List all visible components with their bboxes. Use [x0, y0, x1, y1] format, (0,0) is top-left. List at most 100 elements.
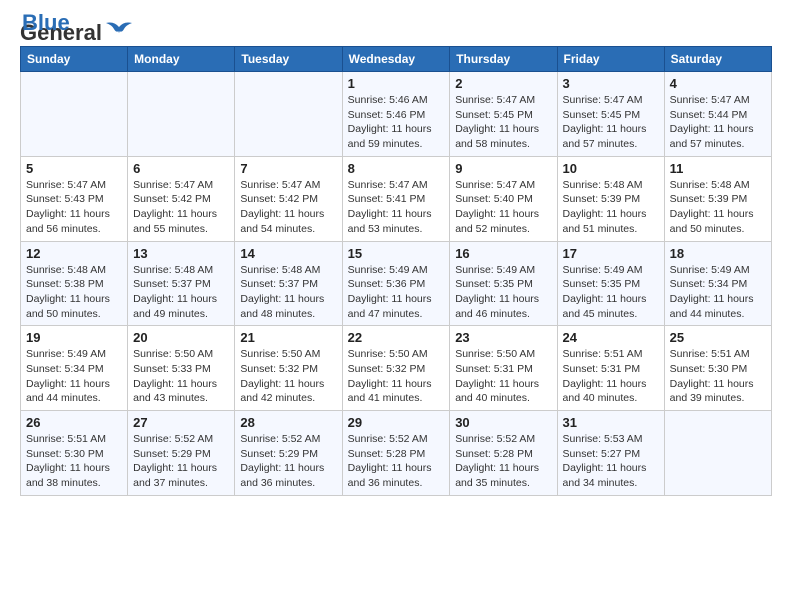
- calendar-cell: 21Sunrise: 5:50 AM Sunset: 5:32 PM Dayli…: [235, 326, 342, 411]
- calendar-header-monday: Monday: [128, 47, 235, 72]
- day-number: 26: [26, 415, 122, 430]
- day-number: 8: [348, 161, 445, 176]
- page-header: General Blue: [20, 20, 772, 36]
- calendar-cell: [235, 72, 342, 157]
- day-info: Sunrise: 5:49 AM Sunset: 5:36 PM Dayligh…: [348, 263, 445, 322]
- day-info: Sunrise: 5:48 AM Sunset: 5:37 PM Dayligh…: [133, 263, 229, 322]
- calendar-cell: 25Sunrise: 5:51 AM Sunset: 5:30 PM Dayli…: [664, 326, 771, 411]
- day-number: 2: [455, 76, 551, 91]
- day-number: 19: [26, 330, 122, 345]
- day-number: 11: [670, 161, 766, 176]
- day-info: Sunrise: 5:52 AM Sunset: 5:29 PM Dayligh…: [240, 432, 336, 491]
- day-number: 10: [563, 161, 659, 176]
- day-number: 24: [563, 330, 659, 345]
- calendar-week-row: 19 Sunrise: 5:49 AM Sunset: 5:34 PM Dayli…: [21, 326, 772, 411]
- calendar-cell: 23 Sunrise: 5:50 AM Sunset: 5:31 PM Dayli…: [450, 326, 557, 411]
- day-number: 9: [455, 161, 551, 176]
- calendar-cell: 5 Sunrise: 5:47 AM Sunset: 5:43 PM Daylig…: [21, 156, 128, 241]
- logo: General Blue: [20, 20, 134, 36]
- calendar-table: SundayMondayTuesdayWednesdayThursdayFrid…: [20, 46, 772, 496]
- calendar-cell: 4Sunrise: 5:47 AM Sunset: 5:44 PM Daylig…: [664, 72, 771, 157]
- day-number: 15: [348, 246, 445, 261]
- calendar-cell: 14 Sunrise: 5:48 AM Sunset: 5:37 PM Dayli…: [235, 241, 342, 326]
- calendar-cell: 22 Sunrise: 5:50 AM Sunset: 5:32 PM Dayli…: [342, 326, 450, 411]
- calendar-cell: 11Sunrise: 5:48 AM Sunset: 5:39 PM Dayli…: [664, 156, 771, 241]
- day-info: Sunrise: 5:48 AM Sunset: 5:39 PM Dayligh…: [563, 178, 659, 237]
- day-info: Sunrise: 5:50 AM Sunset: 5:31 PM Dayligh…: [455, 347, 551, 406]
- calendar-cell: 29 Sunrise: 5:52 AM Sunset: 5:28 PM Dayli…: [342, 411, 450, 496]
- calendar-cell: 18 Sunrise: 5:49 AM Sunset: 5:34 PM Dayli…: [664, 241, 771, 326]
- calendar-header-row: SundayMondayTuesdayWednesdayThursdayFrid…: [21, 47, 772, 72]
- logo-bird-icon: [104, 19, 134, 39]
- day-info: Sunrise: 5:47 AM Sunset: 5:42 PM Dayligh…: [240, 178, 336, 237]
- calendar-cell: 15 Sunrise: 5:49 AM Sunset: 5:36 PM Dayli…: [342, 241, 450, 326]
- calendar-cell: 24 Sunrise: 5:51 AM Sunset: 5:31 PM Dayli…: [557, 326, 664, 411]
- calendar-cell: 31Sunrise: 5:53 AM Sunset: 5:27 PM Dayli…: [557, 411, 664, 496]
- calendar-cell: [664, 411, 771, 496]
- calendar-week-row: 5 Sunrise: 5:47 AM Sunset: 5:43 PM Daylig…: [21, 156, 772, 241]
- calendar-cell: 6 Sunrise: 5:47 AM Sunset: 5:42 PM Daylig…: [128, 156, 235, 241]
- day-info: Sunrise: 5:52 AM Sunset: 5:28 PM Dayligh…: [455, 432, 551, 491]
- day-number: 30: [455, 415, 551, 430]
- day-number: 6: [133, 161, 229, 176]
- calendar-cell: 3 Sunrise: 5:47 AM Sunset: 5:45 PM Daylig…: [557, 72, 664, 157]
- calendar-cell: 13 Sunrise: 5:48 AM Sunset: 5:37 PM Dayli…: [128, 241, 235, 326]
- calendar-cell: 26Sunrise: 5:51 AM Sunset: 5:30 PM Dayli…: [21, 411, 128, 496]
- day-info: Sunrise: 5:52 AM Sunset: 5:29 PM Dayligh…: [133, 432, 229, 491]
- day-info: Sunrise: 5:49 AM Sunset: 5:35 PM Dayligh…: [455, 263, 551, 322]
- calendar-cell: 8 Sunrise: 5:47 AM Sunset: 5:41 PM Daylig…: [342, 156, 450, 241]
- calendar-header-saturday: Saturday: [664, 47, 771, 72]
- calendar-cell: 19 Sunrise: 5:49 AM Sunset: 5:34 PM Dayli…: [21, 326, 128, 411]
- day-info: Sunrise: 5:47 AM Sunset: 5:43 PM Dayligh…: [26, 178, 122, 237]
- day-info: Sunrise: 5:52 AM Sunset: 5:28 PM Dayligh…: [348, 432, 445, 491]
- calendar-cell: 7Sunrise: 5:47 AM Sunset: 5:42 PM Daylig…: [235, 156, 342, 241]
- calendar-cell: 27Sunrise: 5:52 AM Sunset: 5:29 PM Dayli…: [128, 411, 235, 496]
- day-info: Sunrise: 5:50 AM Sunset: 5:32 PM Dayligh…: [240, 347, 336, 406]
- calendar-cell: [128, 72, 235, 157]
- day-number: 20: [133, 330, 229, 345]
- day-info: Sunrise: 5:51 AM Sunset: 5:30 PM Dayligh…: [670, 347, 766, 406]
- day-info: Sunrise: 5:47 AM Sunset: 5:45 PM Dayligh…: [563, 93, 659, 152]
- day-number: 22: [348, 330, 445, 345]
- day-info: Sunrise: 5:48 AM Sunset: 5:38 PM Dayligh…: [26, 263, 122, 322]
- day-number: 29: [348, 415, 445, 430]
- day-info: Sunrise: 5:47 AM Sunset: 5:40 PM Dayligh…: [455, 178, 551, 237]
- day-info: Sunrise: 5:51 AM Sunset: 5:31 PM Dayligh…: [563, 347, 659, 406]
- day-number: 18: [670, 246, 766, 261]
- day-number: 5: [26, 161, 122, 176]
- calendar-cell: 10 Sunrise: 5:48 AM Sunset: 5:39 PM Dayli…: [557, 156, 664, 241]
- day-info: Sunrise: 5:47 AM Sunset: 5:42 PM Dayligh…: [133, 178, 229, 237]
- calendar-week-row: 1 Sunrise: 5:46 AM Sunset: 5:46 PM Daylig…: [21, 72, 772, 157]
- calendar-header-thursday: Thursday: [450, 47, 557, 72]
- calendar-cell: 12 Sunrise: 5:48 AM Sunset: 5:38 PM Dayli…: [21, 241, 128, 326]
- day-number: 12: [26, 246, 122, 261]
- calendar-cell: 30 Sunrise: 5:52 AM Sunset: 5:28 PM Dayli…: [450, 411, 557, 496]
- calendar-header-friday: Friday: [557, 47, 664, 72]
- day-number: 3: [563, 76, 659, 91]
- logo-blue-text: Blue: [20, 10, 70, 36]
- day-number: 1: [348, 76, 445, 91]
- day-info: Sunrise: 5:50 AM Sunset: 5:32 PM Dayligh…: [348, 347, 445, 406]
- day-number: 23: [455, 330, 551, 345]
- day-number: 31: [563, 415, 659, 430]
- calendar-header-wednesday: Wednesday: [342, 47, 450, 72]
- calendar-header-tuesday: Tuesday: [235, 47, 342, 72]
- calendar-cell: 9 Sunrise: 5:47 AM Sunset: 5:40 PM Daylig…: [450, 156, 557, 241]
- calendar-header-sunday: Sunday: [21, 47, 128, 72]
- day-info: Sunrise: 5:49 AM Sunset: 5:34 PM Dayligh…: [26, 347, 122, 406]
- calendar-cell: 2Sunrise: 5:47 AM Sunset: 5:45 PM Daylig…: [450, 72, 557, 157]
- day-info: Sunrise: 5:46 AM Sunset: 5:46 PM Dayligh…: [348, 93, 445, 152]
- day-info: Sunrise: 5:47 AM Sunset: 5:41 PM Dayligh…: [348, 178, 445, 237]
- calendar-cell: 20Sunrise: 5:50 AM Sunset: 5:33 PM Dayli…: [128, 326, 235, 411]
- day-number: 13: [133, 246, 229, 261]
- day-info: Sunrise: 5:49 AM Sunset: 5:34 PM Dayligh…: [670, 263, 766, 322]
- calendar-cell: 28 Sunrise: 5:52 AM Sunset: 5:29 PM Dayli…: [235, 411, 342, 496]
- calendar-cell: 16 Sunrise: 5:49 AM Sunset: 5:35 PM Dayli…: [450, 241, 557, 326]
- day-number: 14: [240, 246, 336, 261]
- day-info: Sunrise: 5:48 AM Sunset: 5:37 PM Dayligh…: [240, 263, 336, 322]
- calendar-cell: 1 Sunrise: 5:46 AM Sunset: 5:46 PM Daylig…: [342, 72, 450, 157]
- day-number: 28: [240, 415, 336, 430]
- calendar-cell: 17Sunrise: 5:49 AM Sunset: 5:35 PM Dayli…: [557, 241, 664, 326]
- day-number: 16: [455, 246, 551, 261]
- calendar-week-row: 26Sunrise: 5:51 AM Sunset: 5:30 PM Dayli…: [21, 411, 772, 496]
